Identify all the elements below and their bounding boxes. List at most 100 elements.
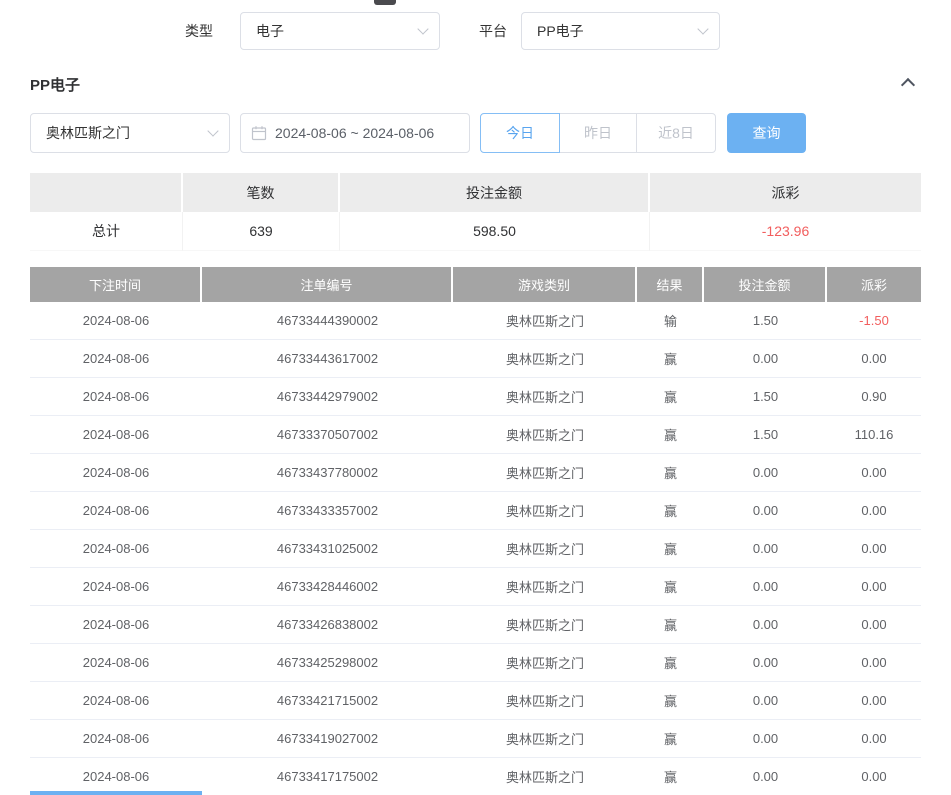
cell-bet-time: 2024-08-06	[30, 720, 202, 757]
cell-game-category: 奥林匹斯之门	[453, 492, 637, 529]
summary-header-blank	[30, 173, 183, 212]
summary-table: 笔数 投注金额 派彩 总计 639 598.50 -123.96	[30, 173, 921, 251]
cell-payout: 110.16	[827, 416, 921, 453]
today-button[interactable]: 今日	[480, 113, 560, 153]
cell-bet-id: 46733419027002	[202, 720, 453, 757]
cell-game-category: 奥林匹斯之门	[453, 568, 637, 605]
cell-bet-time: 2024-08-06	[30, 682, 202, 719]
cell-game-category: 奥林匹斯之门	[453, 758, 637, 795]
summary-total-count: 639	[183, 212, 340, 251]
summary-total-payout: -123.96	[650, 212, 921, 251]
cell-bet-id: 46733431025002	[202, 530, 453, 567]
summary-total-row: 总计 639 598.50 -123.96	[30, 212, 921, 251]
cell-bet-time: 2024-08-06	[30, 530, 202, 567]
cell-payout: 0.00	[827, 340, 921, 377]
bet-records-page: 类型 电子 平台 PP电子 PP电子 奥林匹斯之门 2024-08-06 ~ 2…	[0, 0, 951, 795]
cell-payout: 0.00	[827, 682, 921, 719]
cell-result: 输	[637, 302, 704, 339]
cell-result: 赢	[637, 720, 704, 757]
cell-payout: -1.50	[827, 302, 921, 339]
cell-bet-amount: 0.00	[704, 492, 827, 529]
chevron-down-icon	[207, 125, 218, 136]
cell-payout: 0.00	[827, 568, 921, 605]
cell-result: 赢	[637, 340, 704, 377]
col-header-game-category: 游戏类别	[453, 267, 637, 302]
cell-bet-time: 2024-08-06	[30, 568, 202, 605]
cell-bet-amount: 0.00	[704, 454, 827, 491]
cell-game-category: 奥林匹斯之门	[453, 720, 637, 757]
cell-bet-id: 46733443617002	[202, 340, 453, 377]
cell-result: 赢	[637, 378, 704, 415]
table-row: 2024-08-06 46733437780002 奥林匹斯之门 赢 0.00 …	[30, 454, 921, 492]
cell-result: 赢	[637, 606, 704, 643]
cell-payout: 0.00	[827, 530, 921, 567]
cell-bet-amount: 0.00	[704, 606, 827, 643]
col-header-bet-amount: 投注金额	[704, 267, 827, 302]
cell-bet-amount: 1.50	[704, 378, 827, 415]
cell-bet-amount: 0.00	[704, 720, 827, 757]
cell-result: 赢	[637, 644, 704, 681]
table-row: 2024-08-06 46733419027002 奥林匹斯之门 赢 0.00 …	[30, 720, 921, 758]
yesterday-button[interactable]: 昨日	[559, 113, 637, 153]
cell-payout: 0.00	[827, 758, 921, 795]
type-label: 类型	[185, 24, 213, 38]
col-header-payout: 派彩	[827, 267, 921, 302]
cell-bet-id: 46733428446002	[202, 568, 453, 605]
collapse-section-button[interactable]	[895, 70, 921, 94]
cell-bet-time: 2024-08-06	[30, 606, 202, 643]
col-header-bet-time: 下注时间	[30, 267, 202, 302]
cell-result: 赢	[637, 492, 704, 529]
cell-bet-time: 2024-08-06	[30, 454, 202, 491]
cell-bet-amount: 0.00	[704, 644, 827, 681]
cell-payout: 0.00	[827, 644, 921, 681]
cell-bet-id: 46733425298002	[202, 644, 453, 681]
date-shortcut-group: 今日 昨日 近8日	[480, 113, 716, 153]
table-row: 2024-08-06 46733425298002 奥林匹斯之门 赢 0.00 …	[30, 644, 921, 682]
table-row: 2024-08-06 46733370507002 奥林匹斯之门 赢 1.50 …	[30, 416, 921, 454]
type-select[interactable]: 电子	[240, 12, 440, 50]
bet-table: 下注时间 注单编号 游戏类别 结果 投注金额 派彩 2024-08-06 467…	[30, 267, 921, 795]
bottom-blue-bar	[30, 791, 202, 795]
date-range-input[interactable]: 2024-08-06 ~ 2024-08-06	[240, 113, 470, 153]
cell-bet-id: 46733426838002	[202, 606, 453, 643]
cell-payout: 0.90	[827, 378, 921, 415]
game-select[interactable]: 奥林匹斯之门	[30, 113, 230, 153]
cell-game-category: 奥林匹斯之门	[453, 682, 637, 719]
summary-header-row: 笔数 投注金额 派彩	[30, 173, 921, 212]
cell-bet-amount: 0.00	[704, 758, 827, 795]
summary-total-label: 总计	[30, 212, 183, 251]
col-header-bet-id: 注单编号	[202, 267, 453, 302]
summary-header-count: 笔数	[183, 173, 340, 212]
cell-result: 赢	[637, 682, 704, 719]
section-title: PP电子	[30, 74, 80, 95]
cell-bet-time: 2024-08-06	[30, 378, 202, 415]
platform-select[interactable]: PP电子	[521, 12, 720, 50]
query-button[interactable]: 查询	[727, 113, 806, 153]
date-range-value: 2024-08-06 ~ 2024-08-06	[275, 125, 434, 141]
table-row: 2024-08-06 46733417175002 奥林匹斯之门 赢 0.00 …	[30, 758, 921, 795]
table-row: 2024-08-06 46733444390002 奥林匹斯之门 输 1.50 …	[30, 302, 921, 340]
chevron-down-icon	[697, 23, 708, 34]
cell-result: 赢	[637, 416, 704, 453]
cell-payout: 0.00	[827, 454, 921, 491]
cell-bet-amount: 0.00	[704, 568, 827, 605]
last8days-button[interactable]: 近8日	[636, 113, 716, 153]
chevron-down-icon	[417, 23, 428, 34]
cell-bet-time: 2024-08-06	[30, 340, 202, 377]
cell-game-category: 奥林匹斯之门	[453, 530, 637, 567]
cell-bet-id: 46733370507002	[202, 416, 453, 453]
cell-payout: 0.00	[827, 720, 921, 757]
summary-header-bet-amount: 投注金额	[340, 173, 650, 212]
table-row: 2024-08-06 46733443617002 奥林匹斯之门 赢 0.00 …	[30, 340, 921, 378]
cell-bet-amount: 1.50	[704, 416, 827, 453]
cell-game-category: 奥林匹斯之门	[453, 606, 637, 643]
cell-bet-id: 46733421715002	[202, 682, 453, 719]
cell-result: 赢	[637, 758, 704, 795]
cell-bet-time: 2024-08-06	[30, 758, 202, 795]
table-row: 2024-08-06 46733421715002 奥林匹斯之门 赢 0.00 …	[30, 682, 921, 720]
cell-bet-amount: 0.00	[704, 530, 827, 567]
cell-bet-id: 46733442979002	[202, 378, 453, 415]
cell-bet-id: 46733437780002	[202, 454, 453, 491]
cell-bet-id: 46733433357002	[202, 492, 453, 529]
type-select-value: 电子	[256, 21, 284, 41]
